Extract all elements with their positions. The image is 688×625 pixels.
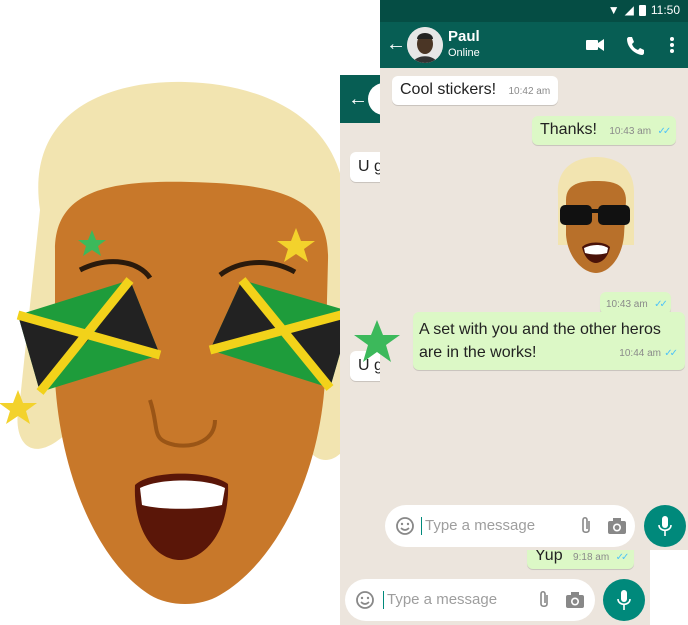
read-ticks-icon: ✓✓	[664, 348, 678, 359]
more-options-icon[interactable]	[661, 34, 683, 56]
wifi-icon: ▼	[607, 3, 620, 17]
back-arrow-icon[interactable]: ←	[348, 89, 368, 109]
camera-icon[interactable]	[607, 517, 627, 535]
incoming-message: Cool stickers! 10:42 am	[392, 76, 559, 105]
read-ticks-icon: ✓✓	[657, 126, 672, 137]
message-placeholder: Type a message	[383, 591, 497, 609]
chat-screen: ▼ ◢ 11:50 ← Paul Online Cool stickers! 1…	[380, 0, 688, 550]
status-time: 11:50	[650, 3, 680, 17]
read-ticks-icon: ✓✓	[615, 552, 630, 563]
camera-icon[interactable]	[565, 591, 585, 609]
message-time: 10:43 am	[606, 299, 648, 310]
message-input[interactable]: Type a message	[385, 505, 635, 547]
contact-status: Online	[448, 47, 480, 59]
phone-call-icon[interactable]	[624, 34, 646, 56]
message-time: 9:18 am	[573, 552, 610, 563]
message-time: 10:43 am	[609, 126, 652, 137]
message-text: Thanks!	[540, 121, 597, 138]
attach-icon[interactable]	[537, 590, 551, 610]
avatar[interactable]	[407, 27, 443, 63]
microphone-icon	[617, 590, 631, 610]
contact-name[interactable]: Paul	[448, 28, 480, 45]
status-bar: ▼ ◢ 11:50	[380, 0, 688, 22]
message-input[interactable]: Type a message	[345, 579, 595, 621]
chat-header: ← Paul Online	[380, 22, 688, 68]
emoji-icon[interactable]	[355, 590, 375, 610]
video-call-icon[interactable]	[584, 34, 606, 56]
signal-icon: ◢	[624, 3, 634, 17]
microphone-icon	[658, 516, 672, 536]
message-time: 10:44 am	[619, 348, 661, 359]
outgoing-message: A set with you and the other heros are i…	[413, 312, 685, 370]
attach-icon[interactable]	[579, 516, 593, 536]
outgoing-message: Thanks! 10:43 am ✓✓	[532, 116, 677, 145]
star-icon	[354, 320, 400, 362]
emoji-icon[interactable]	[395, 516, 415, 536]
jamaica-sticker	[0, 81, 355, 604]
message-placeholder: Type a message	[421, 517, 535, 535]
sticker-timestamp: 10:43 am ✓✓	[600, 292, 671, 314]
voice-record-button[interactable]	[603, 579, 645, 621]
message-text: Cool stickers!	[400, 81, 497, 98]
back-arrow-icon[interactable]: ←	[386, 33, 406, 55]
battery-icon	[638, 4, 646, 16]
message-time: 10:42 am	[508, 86, 551, 97]
sticker-message[interactable]	[552, 155, 638, 275]
voice-record-button[interactable]	[644, 505, 686, 547]
read-ticks-icon: ✓✓	[654, 299, 668, 310]
